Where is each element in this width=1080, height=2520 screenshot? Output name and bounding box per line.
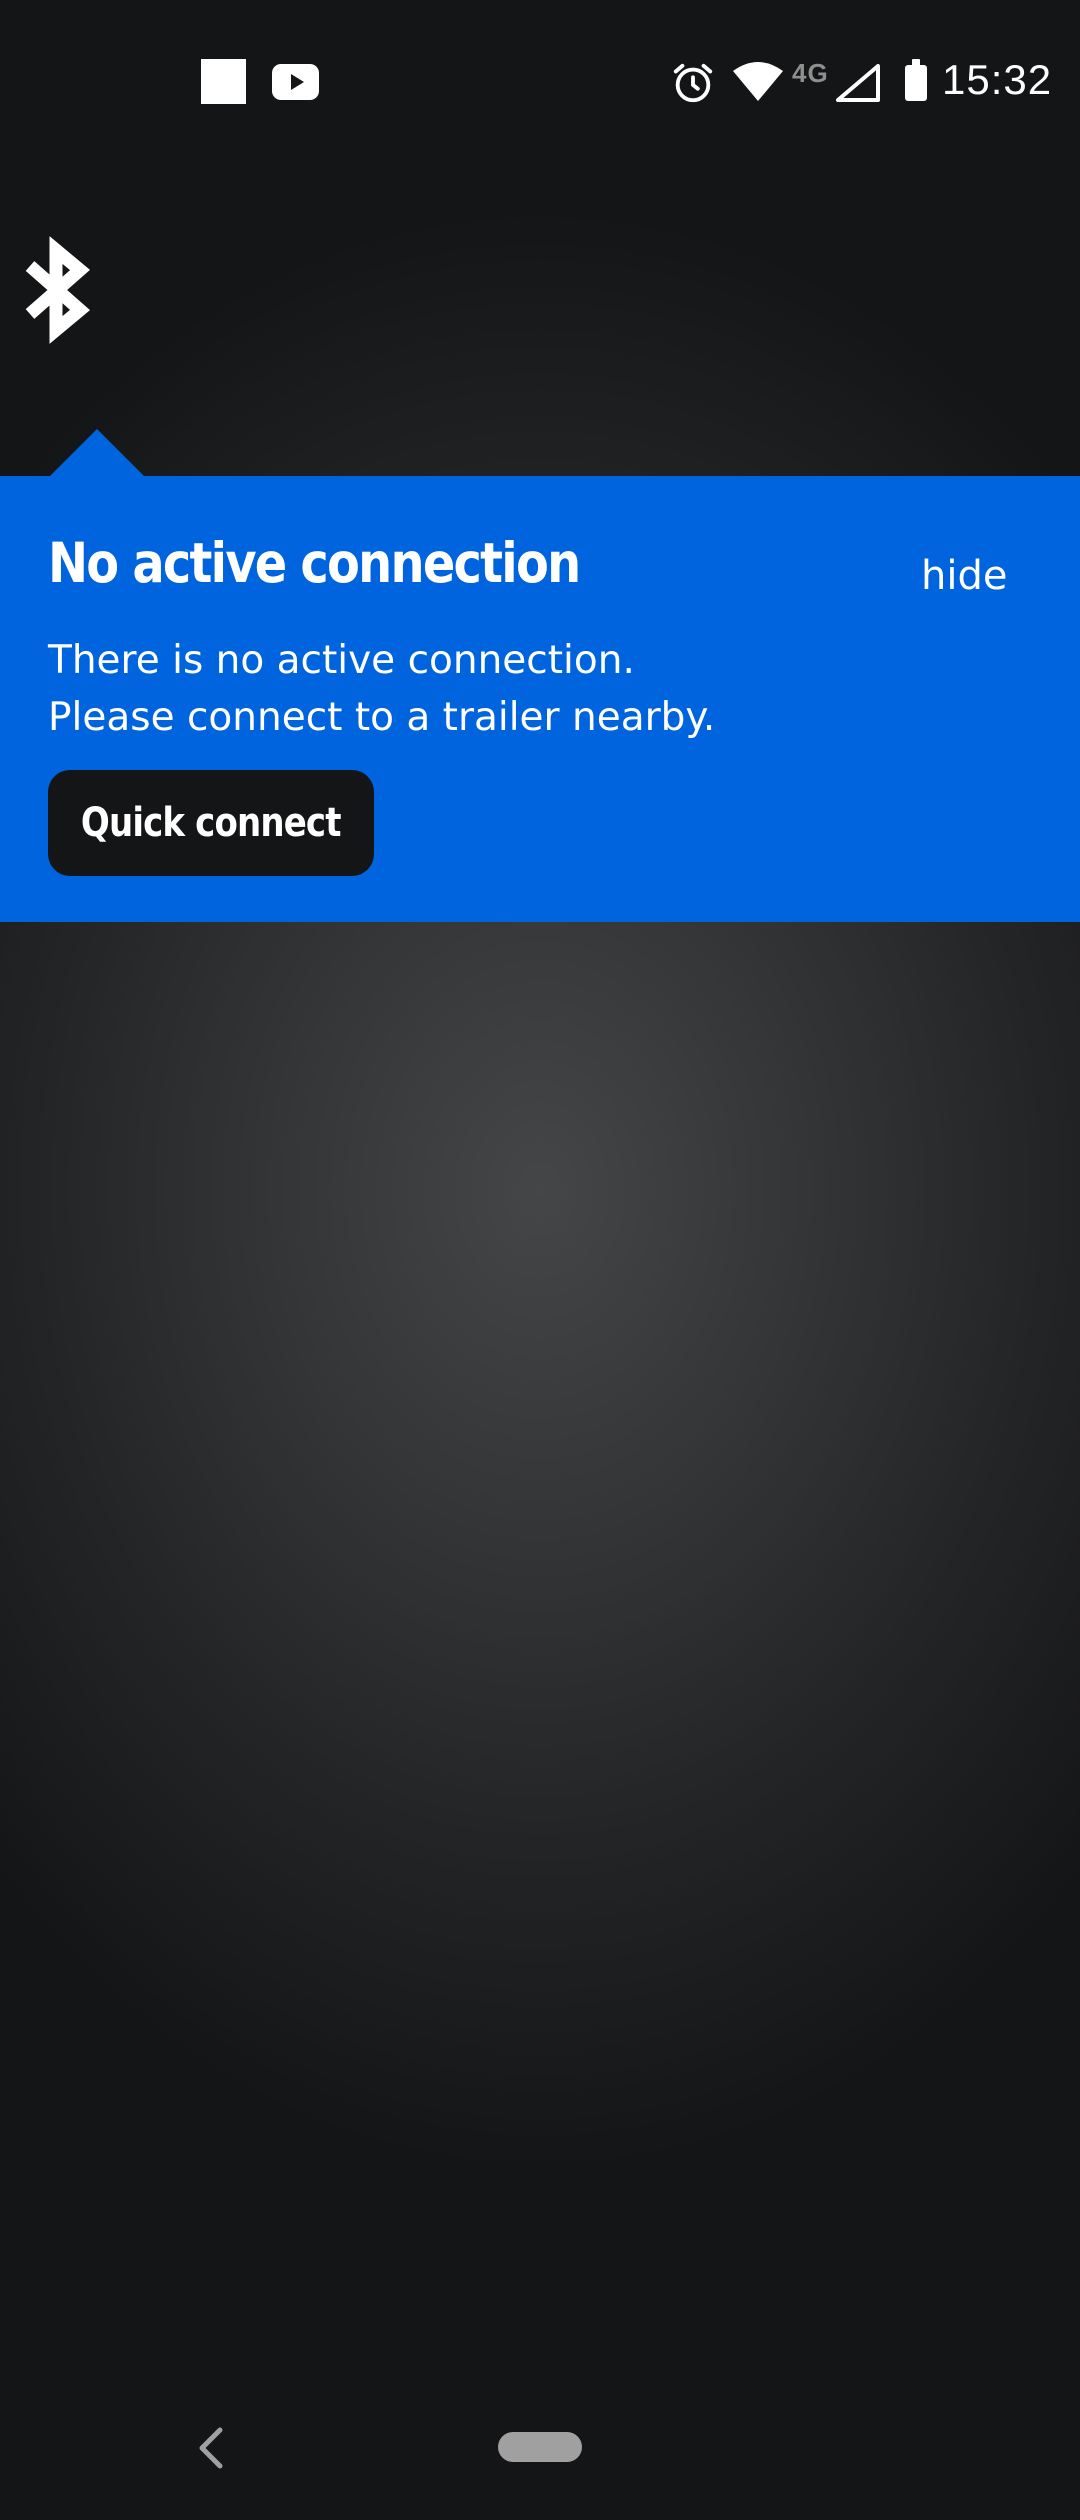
- app-screen: 4G 15:32 No active connection hide There…: [0, 0, 1080, 2520]
- quick-connect-button[interactable]: Quick connect: [48, 770, 374, 876]
- youtube-icon: [272, 64, 319, 100]
- home-pill[interactable]: [498, 2432, 582, 2462]
- popover-title: No active connection: [48, 531, 581, 595]
- alarm-icon: [673, 63, 713, 103]
- back-icon[interactable]: [196, 2426, 224, 2470]
- bluetooth-button[interactable]: [14, 230, 104, 350]
- stop-icon: [201, 59, 246, 104]
- hide-link[interactable]: hide: [921, 552, 1007, 600]
- bluetooth-icon: [25, 236, 90, 344]
- quick-connect-label: Quick connect: [81, 800, 342, 846]
- wifi-icon: [733, 62, 783, 101]
- status-time: 15:32: [942, 56, 1053, 103]
- popover-message-line: Please connect to a trailer nearby.: [48, 695, 716, 740]
- popover-message-line: There is no active connection.: [48, 638, 635, 683]
- cell-signal-icon: [836, 64, 880, 102]
- network-type-label: 4G: [792, 58, 829, 88]
- popover-arrow: [49, 429, 145, 477]
- battery-icon: [905, 59, 927, 101]
- popover-message: There is no active connection. Please co…: [48, 632, 998, 746]
- status-bar: 4G 15:32: [0, 0, 1080, 160]
